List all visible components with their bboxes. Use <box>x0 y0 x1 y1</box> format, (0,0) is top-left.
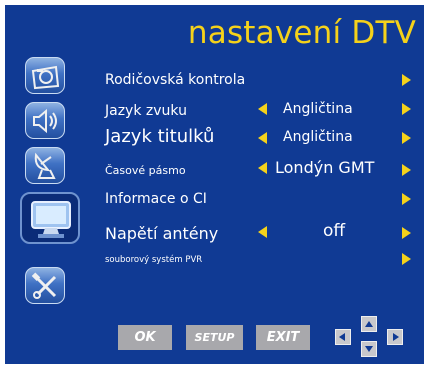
arrow-right-icon[interactable] <box>402 132 411 144</box>
menu-value: Angličtina <box>283 101 353 117</box>
arrow-right-icon[interactable] <box>402 227 411 239</box>
arrow-right-icon[interactable] <box>402 253 411 265</box>
arrow-right-icon[interactable] <box>402 164 411 176</box>
screen: nastavení DTV Rodičovská kontrola Jazyk … <box>0 0 430 368</box>
arrow-down-icon <box>365 346 373 352</box>
arrow-right-icon[interactable] <box>402 103 411 115</box>
exit-button[interactable]: EXIT <box>256 325 310 350</box>
menu-value: Angličtina <box>283 129 353 145</box>
page-title: nastavení DTV <box>187 15 416 51</box>
menu-row-time-zone[interactable]: Časové pásmo Londýn GMT <box>5 157 424 181</box>
setup-button[interactable]: SETUP <box>186 325 243 350</box>
arrow-left-icon <box>339 333 345 341</box>
menu-row-ci-info[interactable]: Informace o CI <box>5 187 424 211</box>
arrow-left-icon[interactable] <box>258 226 267 238</box>
arrow-right-icon[interactable] <box>402 193 411 205</box>
arrow-left-icon[interactable] <box>258 132 267 144</box>
arrow-right-icon <box>393 333 399 341</box>
menu-label: Rodičovská kontrola <box>105 72 246 88</box>
nav-up-button[interactable] <box>361 316 377 332</box>
menu-label: Časové pásmo <box>105 164 186 177</box>
dtv-settings-panel: nastavení DTV Rodičovská kontrola Jazyk … <box>5 5 424 364</box>
arrow-left-icon[interactable] <box>258 103 267 115</box>
menu-label: Jazyk titulků <box>105 126 215 147</box>
arrow-left-icon[interactable] <box>258 162 267 174</box>
arrow-up-icon <box>365 321 373 327</box>
menu-label: Informace o CI <box>105 191 207 207</box>
menu-label: souborový systém PVR <box>105 255 203 265</box>
menu-row-subtitle-language[interactable]: Jazyk titulků Angličtina <box>5 125 424 149</box>
menu-value: off <box>323 221 346 241</box>
menu-row-audio-language[interactable]: Jazyk zvuku Angličtina <box>5 95 424 119</box>
nav-down-button[interactable] <box>361 341 377 357</box>
arrow-right-icon[interactable] <box>402 74 411 86</box>
menu-label: Napětí antény <box>105 224 219 243</box>
nav-left-button[interactable] <box>335 329 351 345</box>
ok-button[interactable]: OK <box>118 325 172 350</box>
menu-row-pvr-filesystem[interactable]: souborový systém PVR <box>5 253 424 277</box>
menu-row-parental-control[interactable]: Rodičovská kontrola <box>5 67 424 91</box>
menu-row-antenna-power[interactable]: Napětí antény off <box>5 220 424 244</box>
menu-value: Londýn GMT <box>275 158 375 177</box>
menu-label: Jazyk zvuku <box>105 103 187 119</box>
nav-right-button[interactable] <box>387 329 403 345</box>
